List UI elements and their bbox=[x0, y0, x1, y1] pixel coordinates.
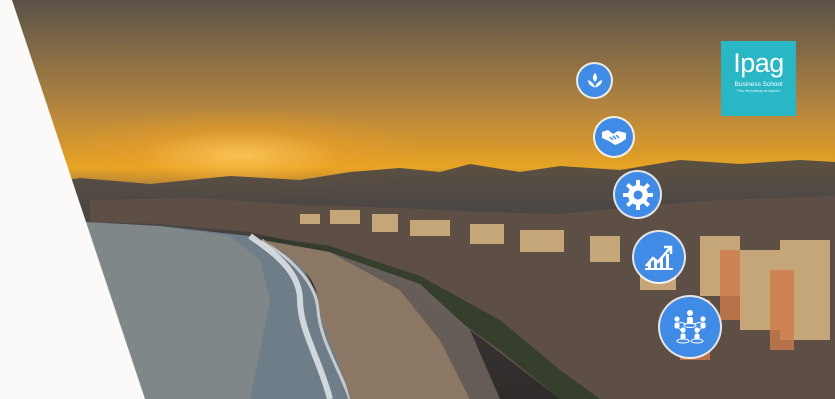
ipag-logo[interactable]: Ipag Business School Pour the business a… bbox=[721, 41, 796, 116]
leaf-icon bbox=[578, 64, 611, 97]
logo-subtitle: Business School bbox=[734, 81, 783, 88]
gear-icon bbox=[615, 172, 660, 217]
hero-banner: Ipag Business School Pour the business a… bbox=[0, 0, 835, 399]
logo-tagline: Pour the business an inspired bbox=[737, 89, 780, 93]
handshake-icon bbox=[595, 118, 633, 156]
growth-chart-icon bbox=[634, 232, 684, 282]
people-network-icon bbox=[660, 297, 720, 357]
logo-brand: Ipag bbox=[733, 48, 784, 78]
